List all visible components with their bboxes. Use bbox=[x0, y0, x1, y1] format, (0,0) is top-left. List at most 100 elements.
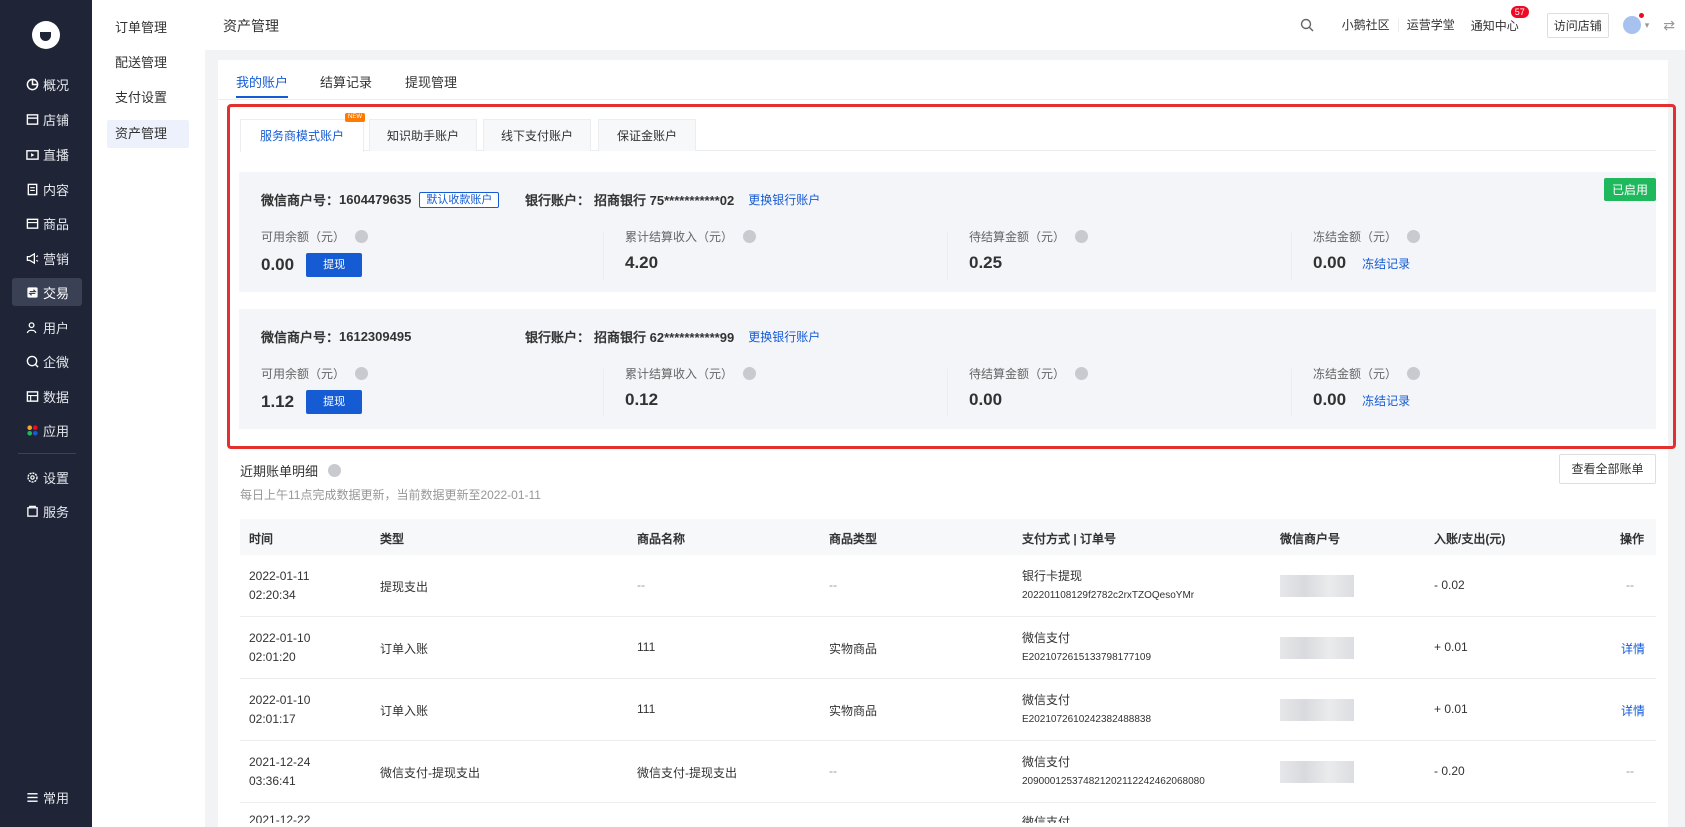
frozen-records-link[interactable]: 冻结记录 bbox=[1362, 255, 1410, 272]
logo-icon[interactable] bbox=[32, 21, 60, 49]
tab-withdraw[interactable]: 提现管理 bbox=[405, 72, 457, 91]
sidebar-item-settings[interactable]: 设置 bbox=[12, 463, 82, 491]
subnav-item-delivery[interactable]: 配送管理 bbox=[107, 49, 189, 77]
sidebar-item-content[interactable]: 内容 bbox=[12, 175, 82, 203]
switch-icon[interactable]: ⇄ bbox=[1663, 17, 1675, 34]
goods-icon bbox=[25, 216, 39, 230]
service-icon bbox=[25, 504, 39, 518]
chat-icon bbox=[25, 354, 39, 368]
detail-link[interactable]: 详情 bbox=[1621, 702, 1645, 719]
notice-center[interactable]: 通知中心 57 bbox=[1463, 5, 1535, 34]
sidebar-item-apps[interactable]: 应用 bbox=[12, 416, 82, 444]
status-badge: 已启用 bbox=[1603, 178, 1656, 201]
sidebar-item-live[interactable]: 直播 bbox=[12, 140, 82, 168]
withdraw-button[interactable]: 提现 bbox=[306, 390, 363, 414]
info-icon[interactable] bbox=[355, 367, 369, 380]
bank-info: 银行账户： 招商银行 62***********99 更换银行账户 bbox=[525, 327, 820, 346]
recent-bills-title: 近期账单明细 bbox=[240, 461, 342, 480]
table-row: 2021-12-22 微信支付 bbox=[249, 813, 1071, 823]
change-bank-link[interactable]: 更换银行账户 bbox=[748, 328, 820, 345]
frozen-amount: 冻结金额（元） 0.00 冻结记录 bbox=[1313, 228, 1421, 273]
community-link[interactable]: 小鹅社区 bbox=[1334, 18, 1399, 32]
sidebar-divider bbox=[18, 453, 76, 454]
redacted-merchant-id bbox=[1280, 637, 1354, 659]
page-title: 资产管理 bbox=[223, 18, 279, 34]
sidebar-item-trade[interactable]: 交易 bbox=[12, 278, 82, 306]
live-icon bbox=[25, 147, 39, 161]
sidebar-item-wecom[interactable]: 企微 bbox=[12, 347, 82, 375]
visit-store-button[interactable]: 访问店铺 bbox=[1546, 12, 1609, 38]
divider bbox=[603, 232, 604, 280]
redacted-merchant-id bbox=[1280, 761, 1354, 783]
menu-icon bbox=[25, 790, 39, 804]
sidebar-item-service[interactable]: 服务 bbox=[12, 497, 82, 525]
secondary-nav: 订单管理 配送管理 支付设置 资产管理 bbox=[92, 0, 205, 827]
table-row: 2022-01-10 02:01:17 订单入账 111 实物商品 微信支付 E20… bbox=[240, 679, 1656, 741]
subtab-offline[interactable]: 线下支付账户 bbox=[483, 119, 591, 151]
subtab-service-provider[interactable]: 服务商模式账户 NEW bbox=[240, 113, 365, 152]
available-balance: 可用余额（元） 0.00 提现 bbox=[261, 228, 369, 277]
info-icon[interactable] bbox=[1075, 367, 1089, 380]
info-icon[interactable] bbox=[743, 230, 757, 243]
notice-count-badge: 57 bbox=[1510, 5, 1529, 18]
page-scrollbar[interactable] bbox=[1677, 50, 1685, 827]
info-icon[interactable] bbox=[328, 464, 342, 477]
account-tabs: 我的账户 结算记录 提现管理 bbox=[218, 60, 1668, 100]
subnav-item-assets[interactable]: 资产管理 bbox=[107, 120, 189, 148]
change-bank-link[interactable]: 更换银行账户 bbox=[748, 191, 820, 208]
detail-link[interactable]: 详情 bbox=[1621, 640, 1645, 657]
settled-income: 累计结算收入（元） 0.12 bbox=[625, 365, 757, 410]
info-icon[interactable] bbox=[1407, 230, 1421, 243]
info-icon[interactable] bbox=[1407, 367, 1421, 380]
megaphone-icon bbox=[25, 251, 39, 265]
info-icon[interactable] bbox=[1075, 230, 1089, 243]
chevron-down-icon[interactable]: ▾ bbox=[1645, 20, 1650, 31]
sidebar-item-user[interactable]: 用户 bbox=[12, 313, 82, 341]
sidebar-item-goods[interactable]: 商品 bbox=[12, 209, 82, 237]
divider bbox=[1291, 232, 1292, 280]
subnav-item-orders[interactable]: 订单管理 bbox=[107, 14, 189, 42]
user-icon bbox=[25, 320, 39, 334]
info-icon[interactable] bbox=[743, 367, 757, 380]
tab-settlement[interactable]: 结算记录 bbox=[320, 72, 372, 91]
recent-bills-subtitle: 每日上午11点完成数据更新，当前数据更新至2022-01-11 bbox=[240, 488, 541, 502]
info-icon[interactable] bbox=[355, 230, 369, 243]
frozen-records-link[interactable]: 冻结记录 bbox=[1362, 392, 1410, 409]
merchant-info: 微信商户号： 1612309495 bbox=[261, 329, 412, 345]
apps-icon bbox=[25, 423, 39, 437]
frozen-amount: 冻结金额（元） 0.00 冻结记录 bbox=[1313, 365, 1421, 410]
merchant-number: 1604479635 bbox=[339, 192, 412, 207]
table-row: 2022-01-11 02:20:34 提现支出 -- -- 银行卡提现 20220… bbox=[240, 555, 1656, 617]
account-card: 微信商户号： 1612309495 银行账户： 招商银行 62*********… bbox=[239, 309, 1656, 429]
bills-table: 时间 类型 商品名称 商品类型 支付方式 | 订单号 微信商户号 入账/支出(元… bbox=[240, 519, 1656, 823]
divider bbox=[1291, 369, 1292, 417]
tab-my-account[interactable]: 我的账户 bbox=[236, 72, 288, 91]
withdraw-button[interactable]: 提现 bbox=[306, 253, 363, 277]
store-icon bbox=[25, 112, 39, 126]
subnav-item-payment[interactable]: 支付设置 bbox=[107, 84, 189, 112]
default-account-tag: 默认收款账户 bbox=[419, 191, 500, 208]
academy-link[interactable]: 运营学堂 bbox=[1399, 18, 1463, 32]
sidebar-item-overview[interactable]: 概况 bbox=[12, 70, 82, 98]
redacted-merchant-id bbox=[1280, 575, 1354, 597]
sidebar-item-marketing[interactable]: 营销 bbox=[12, 244, 82, 272]
subtab-deposit[interactable]: 保证金账户 bbox=[598, 119, 696, 151]
avatar[interactable] bbox=[1622, 13, 1644, 34]
sidebar-item-store[interactable]: 店铺 bbox=[12, 105, 82, 133]
sidebar-item-data[interactable]: 数据 bbox=[12, 382, 82, 410]
search-icon[interactable] bbox=[1300, 18, 1314, 32]
subtab-knowledge[interactable]: 知识助手账户 bbox=[369, 119, 477, 151]
view-all-bills-button[interactable]: 查看全部账单 bbox=[1559, 454, 1656, 484]
sidebar-item-common[interactable]: 常用 bbox=[12, 783, 82, 811]
main-sidebar: 概况 店铺 直播 内容 商品 营销 交易 用户 企微 数据 应用 设置 服务 常… bbox=[0, 0, 92, 827]
pie-chart-icon bbox=[25, 77, 39, 91]
table-row: 2021-12-24 03:36:41 微信支付-提现支出 微信支付-提现支出 -… bbox=[240, 741, 1656, 803]
account-type-tabs: 服务商模式账户 NEW 知识助手账户 线下支付账户 保证金账户 bbox=[240, 113, 1656, 152]
top-header: 资产管理 小鹅社区 运营学堂 通知中心 57 访问店铺 ▾ ⇄ bbox=[205, 0, 1685, 50]
data-icon bbox=[25, 389, 39, 403]
divider bbox=[603, 369, 604, 417]
document-icon bbox=[25, 182, 39, 196]
active-tab-indicator bbox=[236, 96, 288, 98]
divider bbox=[947, 369, 948, 417]
pending-amount: 待结算金额（元） 0.25 bbox=[969, 228, 1089, 273]
